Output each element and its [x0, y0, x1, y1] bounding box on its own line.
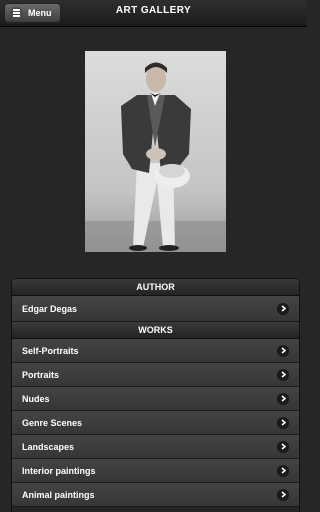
list-item-landscapes[interactable]: Landscapes [12, 435, 299, 459]
list-item-genre-scenes[interactable]: Genre Scenes [12, 411, 299, 435]
list-item-label: Animal paintings [22, 489, 95, 500]
list-item-self-portraits[interactable]: Self-Portraits [12, 339, 299, 363]
works-heading: WORKS [12, 322, 299, 339]
list-item-label: Portraits [22, 369, 60, 380]
chevron-right-icon [277, 302, 289, 315]
list-item-author[interactable]: Edgar Degas [12, 296, 299, 322]
list-item-label: Interior paintings [22, 465, 96, 476]
author-heading: AUTHOR [12, 279, 299, 296]
page-title: ART GALLERY [115, 5, 192, 16]
chevron-right-icon [277, 416, 289, 429]
list-item-label: Landscapes [22, 441, 75, 452]
app-header: Menu ART GALLERY [0, 0, 307, 27]
chevron-right-icon [277, 368, 289, 381]
chevron-right-icon [277, 440, 289, 453]
gallery-list: AUTHOR Edgar Degas WORKS Self-Portraits … [11, 278, 300, 512]
chevron-right-icon [277, 464, 289, 477]
author-photo [85, 51, 226, 252]
list-item-portraits[interactable]: Portraits [12, 363, 299, 387]
list-item-nudes[interactable]: Nudes [12, 387, 299, 411]
chevron-right-icon [277, 344, 289, 357]
chevron-right-icon [277, 488, 289, 501]
list-item-label: Nudes [22, 393, 50, 404]
list-item-animal-paintings[interactable]: Animal paintings [12, 483, 299, 507]
list-item-label: Self-Portraits [22, 345, 79, 356]
list-item-label: Edgar Degas [22, 303, 78, 314]
list-item-interior-paintings[interactable]: Interior paintings [12, 459, 299, 483]
list-item-label: Genre Scenes [22, 417, 83, 428]
chevron-right-icon [277, 392, 289, 405]
